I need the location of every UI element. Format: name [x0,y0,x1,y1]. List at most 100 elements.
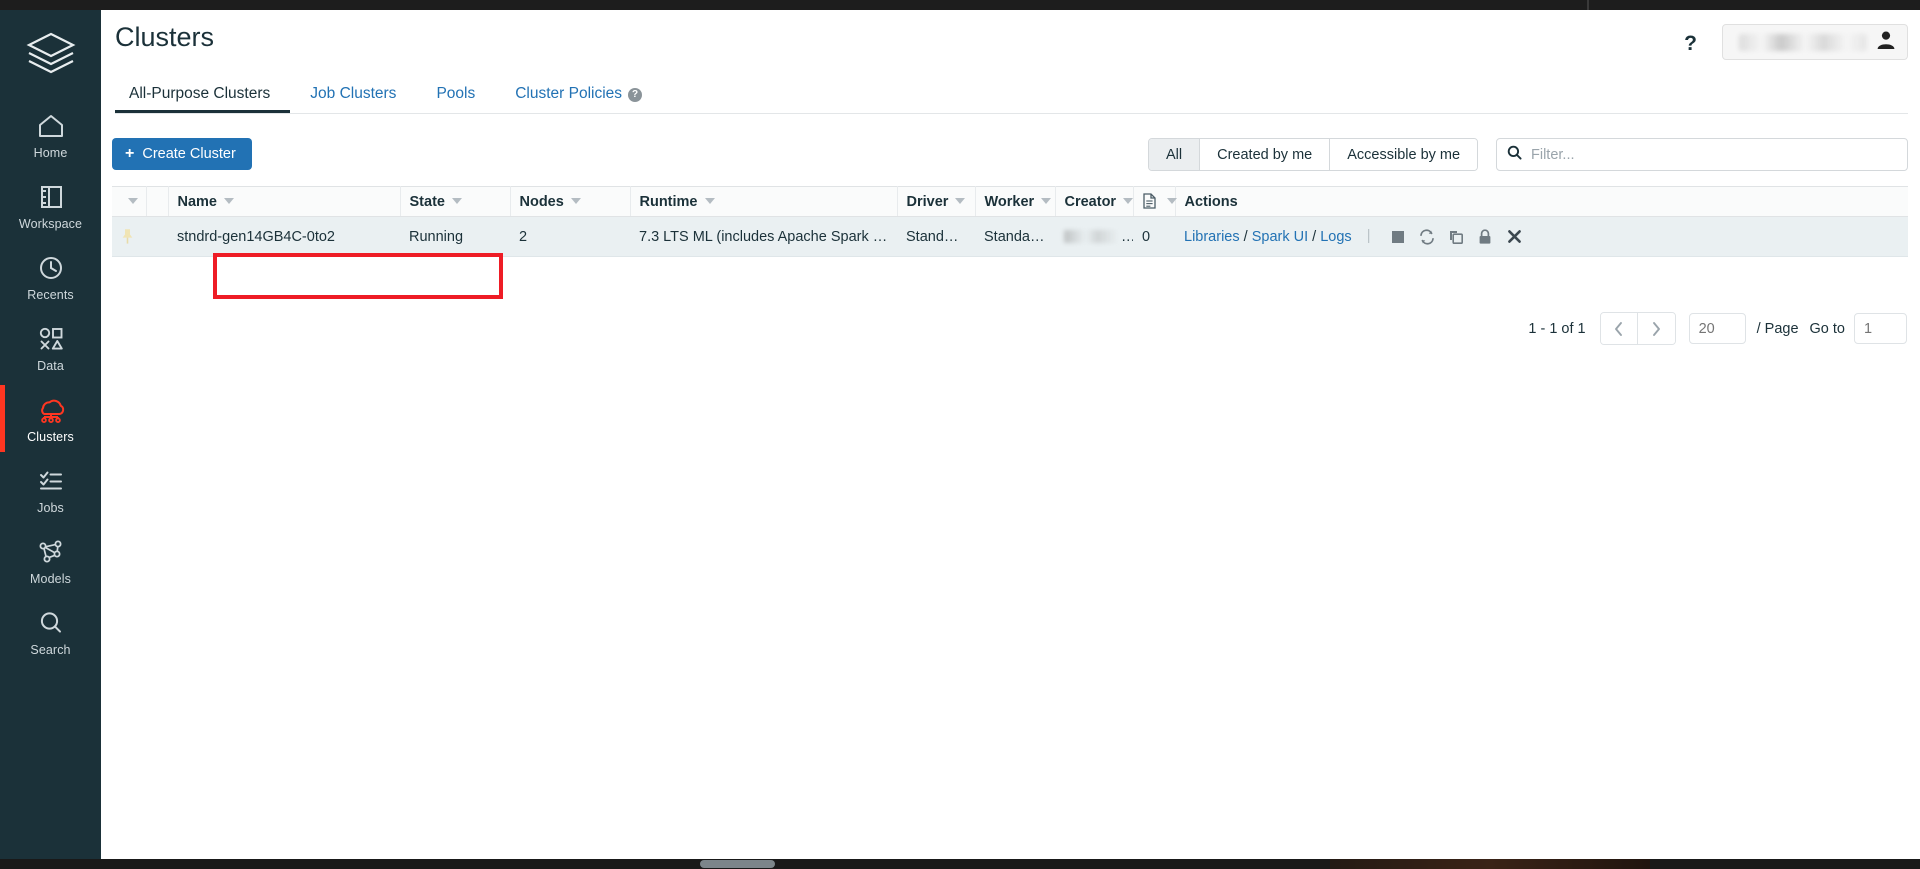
home-icon [37,111,65,141]
goto-page-input[interactable] [1854,313,1907,344]
col-runtime[interactable]: Runtime [630,186,898,217]
left-sidebar: Home Workspace Recents Data Clusters Job… [0,10,101,859]
filter-created-by-me-label: Created by me [1217,146,1313,163]
col-creator-label: Creator [1064,193,1117,210]
cell-name[interactable]: stndrd-gen14GB4C-0to2 [168,216,400,257]
permissions-lock-icon[interactable] [1473,226,1498,248]
col-name-label: Name [177,193,218,210]
pagination-range: 1 - 1 of 1 [1528,320,1586,337]
filter-input[interactable] [1531,146,1897,163]
checklist-icon [36,466,66,496]
sort-caret-icon[interactable] [1041,197,1052,204]
filter-accessible-by-me-button[interactable]: Accessible by me [1330,139,1478,170]
per-page-label: / Page [1756,320,1799,337]
tab-cluster-policies[interactable]: Cluster Policies? [495,85,662,114]
col-nodes[interactable]: Nodes [510,186,631,217]
col-worker[interactable]: Worker [975,186,1056,217]
col-driver-label: Driver [906,193,949,210]
cluster-policies-help-icon[interactable]: ? [628,87,643,102]
sort-caret-icon[interactable] [704,197,715,204]
cell-notebooks: 0 [1133,216,1175,257]
databricks-layers-logo-icon[interactable] [26,32,76,79]
sidebar-item-label: Data [37,359,64,373]
sidebar-item-data[interactable]: Data [0,312,101,383]
delete-x-icon[interactable] [1502,226,1527,248]
shapes-icon [36,324,66,354]
cell-creator: … [1055,216,1133,257]
sort-caret-icon[interactable] [1123,197,1134,204]
user-avatar-icon [1875,29,1897,56]
create-cluster-label: Create Cluster [142,146,236,162]
sidebar-item-recents[interactable]: Recents [0,241,101,312]
col-status [146,186,169,217]
scrollbar-thumb[interactable] [700,860,775,868]
sidebar-item-clusters[interactable]: Clusters [0,383,101,454]
search-icon [1507,145,1522,165]
tab-all-purpose-clusters[interactable]: All-Purpose Clusters [115,85,291,114]
cluster-name[interactable]: stndrd-gen14GB4C-0to2 [177,229,335,245]
creator-redacted [1064,229,1118,243]
spark-ui-link[interactable]: Spark UI [1252,228,1308,244]
sidebar-item-label: Jobs [37,501,64,515]
pin-icon[interactable] [121,228,134,246]
table-header-row: Name State Nodes Runtime Driver Worker C… [112,186,1908,217]
filter-search-box[interactable] [1496,138,1908,171]
sidebar-item-label: Clusters [27,430,74,444]
restart-refresh-icon[interactable] [1415,226,1440,248]
models-graph-icon [36,537,66,567]
sort-caret-icon[interactable] [570,197,581,204]
prev-page-button[interactable] [1600,313,1638,344]
filter-accessible-by-me-label: Accessible by me [1347,146,1461,163]
tab-label: Job Clusters [310,85,397,102]
cell-nodes: 2 [510,216,630,257]
col-pin[interactable] [112,186,147,217]
next-page-button[interactable] [1637,313,1675,344]
tabs-divider [115,113,1908,114]
cluster-tabs: All-Purpose Clusters Job Clusters Pools … [115,76,662,114]
sidebar-item-models[interactable]: Models [0,525,101,596]
filter-all-button[interactable]: All [1149,139,1201,170]
plus-icon: + [125,145,135,162]
user-email-redacted [1739,34,1867,51]
horizontal-scrollbar[interactable] [0,859,1920,869]
sidebar-item-label: Home [33,146,68,160]
col-runtime-label: Runtime [639,193,698,210]
cell-actions: Libraries / Spark UI / Logs | [1175,216,1908,257]
help-question-icon[interactable]: ? [1684,32,1697,56]
sidebar-item-jobs[interactable]: Jobs [0,454,101,525]
sort-caret-icon[interactable] [1166,198,1177,204]
col-name[interactable]: Name [168,186,401,217]
main-content: Clusters ? All-Purpose Clusters Job Clus… [101,10,1920,859]
col-state-label: State [409,193,445,210]
clone-copy-icon[interactable] [1444,226,1469,248]
tab-job-clusters[interactable]: Job Clusters [290,85,416,114]
sort-caret-icon[interactable] [128,197,138,204]
page-size-input[interactable] [1688,313,1746,344]
logs-link[interactable]: Logs [1320,228,1351,244]
sort-caret-icon[interactable] [451,197,462,204]
sort-caret-icon[interactable] [955,197,966,204]
table-row[interactable]: stndrd-gen14GB4C-0to2 Running 2 7.3 LTS … [112,216,1908,257]
user-account-menu[interactable] [1722,24,1908,60]
col-actions-label: Actions [1184,193,1238,210]
col-creator[interactable]: Creator [1055,186,1134,217]
sidebar-item-search[interactable]: Search [0,596,101,667]
cell-pin[interactable] [112,216,146,257]
col-notebooks[interactable] [1133,186,1177,217]
filter-created-by-me-button[interactable]: Created by me [1200,139,1331,170]
terminate-square-icon[interactable] [1386,226,1411,248]
col-state[interactable]: State [400,186,511,217]
sidebar-item-home[interactable]: Home [0,99,101,170]
clusters-page: Home Workspace Recents Data Clusters Job… [0,0,1920,869]
chevron-left-icon [1615,321,1623,336]
col-driver[interactable]: Driver [897,186,976,217]
sort-caret-icon[interactable] [224,197,234,204]
sidebar-item-workspace[interactable]: Workspace [0,170,101,241]
browser-top-strip [0,0,1920,10]
tab-pools[interactable]: Pools [416,85,495,114]
create-cluster-button[interactable]: + Create Cluster [112,138,252,170]
link-separator: / [1243,228,1248,245]
cell-runtime: 7.3 LTS ML (includes Apache Spark 3.... [630,216,897,257]
sidebar-item-label: Recents [27,288,74,302]
libraries-link[interactable]: Libraries [1184,228,1240,244]
